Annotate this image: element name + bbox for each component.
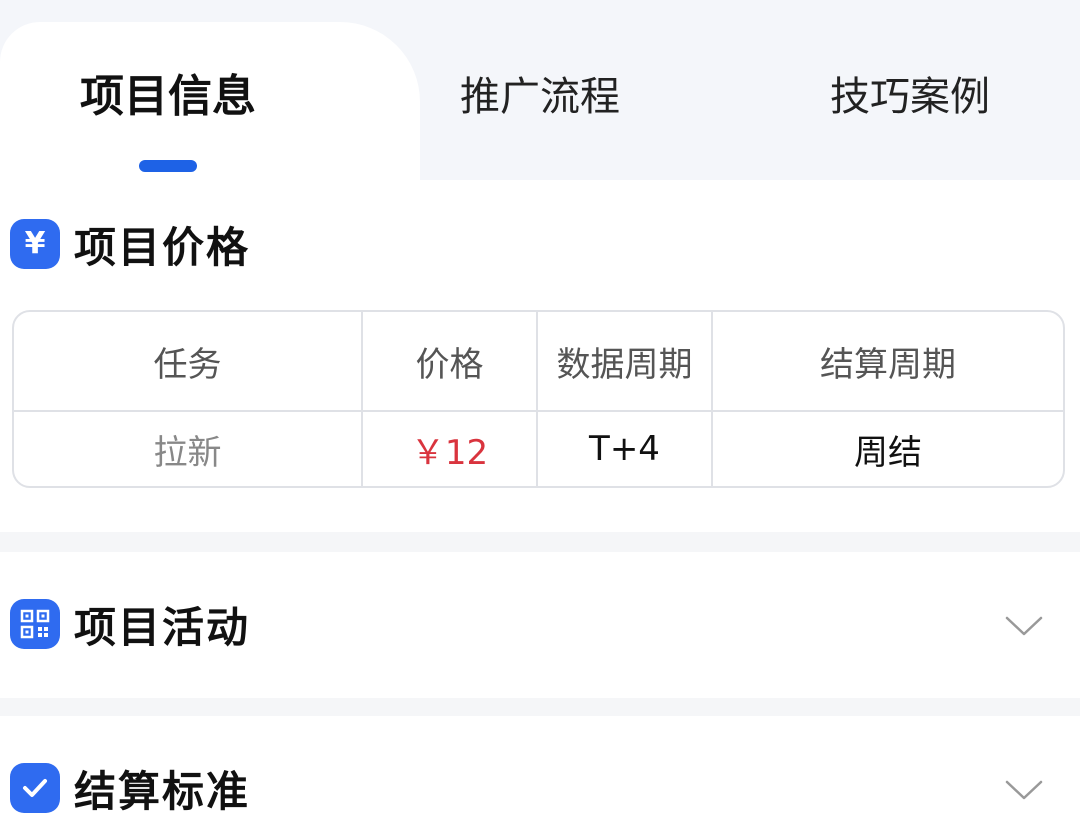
- active-tab-indicator: [139, 160, 197, 172]
- price-table: 任务 价格 数据周期 结算周期 拉新 ￥12 T+4 周结: [12, 310, 1065, 488]
- cell-task: 拉新: [14, 412, 363, 486]
- price-section-title: 项目价格: [74, 222, 251, 272]
- yen-icon: ¥: [10, 219, 60, 269]
- price-section: ¥ 项目价格 任务 价格 数据周期 结算周期 拉新 ￥12 T+4 周结: [0, 180, 1080, 532]
- header-task: 任务: [14, 312, 363, 412]
- table-header-row: 任务 价格 数据周期 结算周期: [14, 312, 1063, 412]
- header-data-cycle: 数据周期: [538, 312, 713, 412]
- tab-project-info[interactable]: 项目信息: [40, 62, 296, 132]
- cell-data-cycle: T+4: [538, 412, 713, 486]
- check-icon: [10, 763, 60, 813]
- cell-settlement-cycle: 周结: [854, 432, 922, 473]
- tab-tips-cases[interactable]: 技巧案例: [790, 62, 1030, 132]
- chevron-down-icon[interactable]: [1004, 778, 1044, 802]
- chevron-down-icon[interactable]: [1004, 614, 1044, 638]
- price-section-header: ¥ 项目价格: [10, 214, 250, 274]
- settlement-section[interactable]: 结算标准: [0, 716, 1080, 839]
- qr-code-icon: [10, 599, 60, 649]
- tab-promotion-process[interactable]: 推广流程: [420, 62, 660, 132]
- header-settlement-cycle: 结算周期: [713, 312, 1063, 412]
- activity-section-title: 项目活动: [74, 602, 251, 652]
- cell-price: ￥12: [363, 412, 538, 486]
- activity-section[interactable]: 项目活动: [0, 552, 1080, 698]
- header-price: 价格: [363, 312, 538, 412]
- settlement-section-header[interactable]: 结算标准: [10, 758, 250, 818]
- tab-bar: 项目信息 推广流程 技巧案例: [0, 0, 1080, 182]
- table-row: 拉新 ￥12 T+4 周结: [14, 412, 1063, 486]
- activity-section-header[interactable]: 项目活动: [10, 594, 250, 654]
- settlement-section-title: 结算标准: [74, 766, 251, 816]
